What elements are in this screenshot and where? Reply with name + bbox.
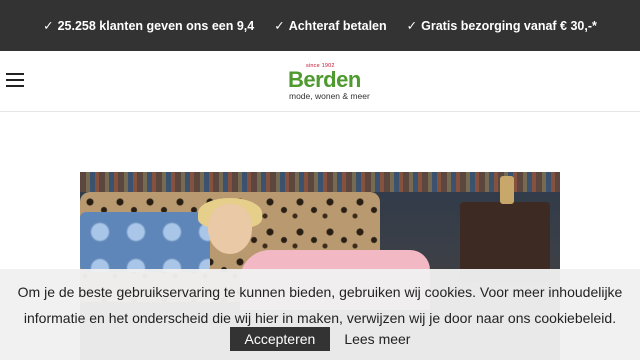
check-icon: ✓ bbox=[274, 19, 285, 33]
logo-name: Berden bbox=[288, 67, 361, 92]
usp-text: Gratis bezorging vanaf € 30,-* bbox=[421, 19, 597, 33]
hero-blue-cushion bbox=[80, 212, 210, 272]
hero-bookshelf bbox=[80, 172, 560, 192]
cookie-message: Om je de beste gebruikservaring te kunne… bbox=[17, 284, 623, 326]
hamburger-icon[interactable] bbox=[6, 72, 24, 88]
usp-text: Achteraf betalen bbox=[288, 19, 387, 33]
logo[interactable]: since 1902 Berden mode, wonen & meer bbox=[288, 63, 378, 103]
site-header: since 1902 Berden mode, wonen & meer bbox=[0, 51, 640, 112]
check-icon: ✓ bbox=[406, 19, 418, 33]
accept-cookies-button[interactable]: Accepteren bbox=[229, 327, 331, 351]
usp-bar: ✓ 25.258 klanten geven ons een 9,4 ✓ Achte… bbox=[0, 0, 640, 51]
usp-item: ✓ Gratis bezorging vanaf € 30,-* bbox=[407, 18, 597, 33]
read-more-link[interactable]: Lees meer bbox=[344, 331, 410, 347]
usp-text: 25.258 klanten geven ons een 9,4 bbox=[57, 19, 255, 33]
usp-item: ✓ Achteraf betalen bbox=[274, 18, 386, 33]
cookie-actions: Accepteren Lees meer bbox=[0, 327, 640, 351]
hero-lamp bbox=[500, 176, 514, 204]
usp-item: ✓ 25.258 klanten geven ons een 9,4 bbox=[43, 18, 254, 33]
hero-model-face bbox=[208, 204, 252, 254]
cookie-banner: Om je de beste gebruikservaring te kunne… bbox=[0, 269, 640, 360]
logo-tagline: mode, wonen & meer bbox=[289, 91, 370, 101]
check-icon: ✓ bbox=[43, 19, 54, 33]
